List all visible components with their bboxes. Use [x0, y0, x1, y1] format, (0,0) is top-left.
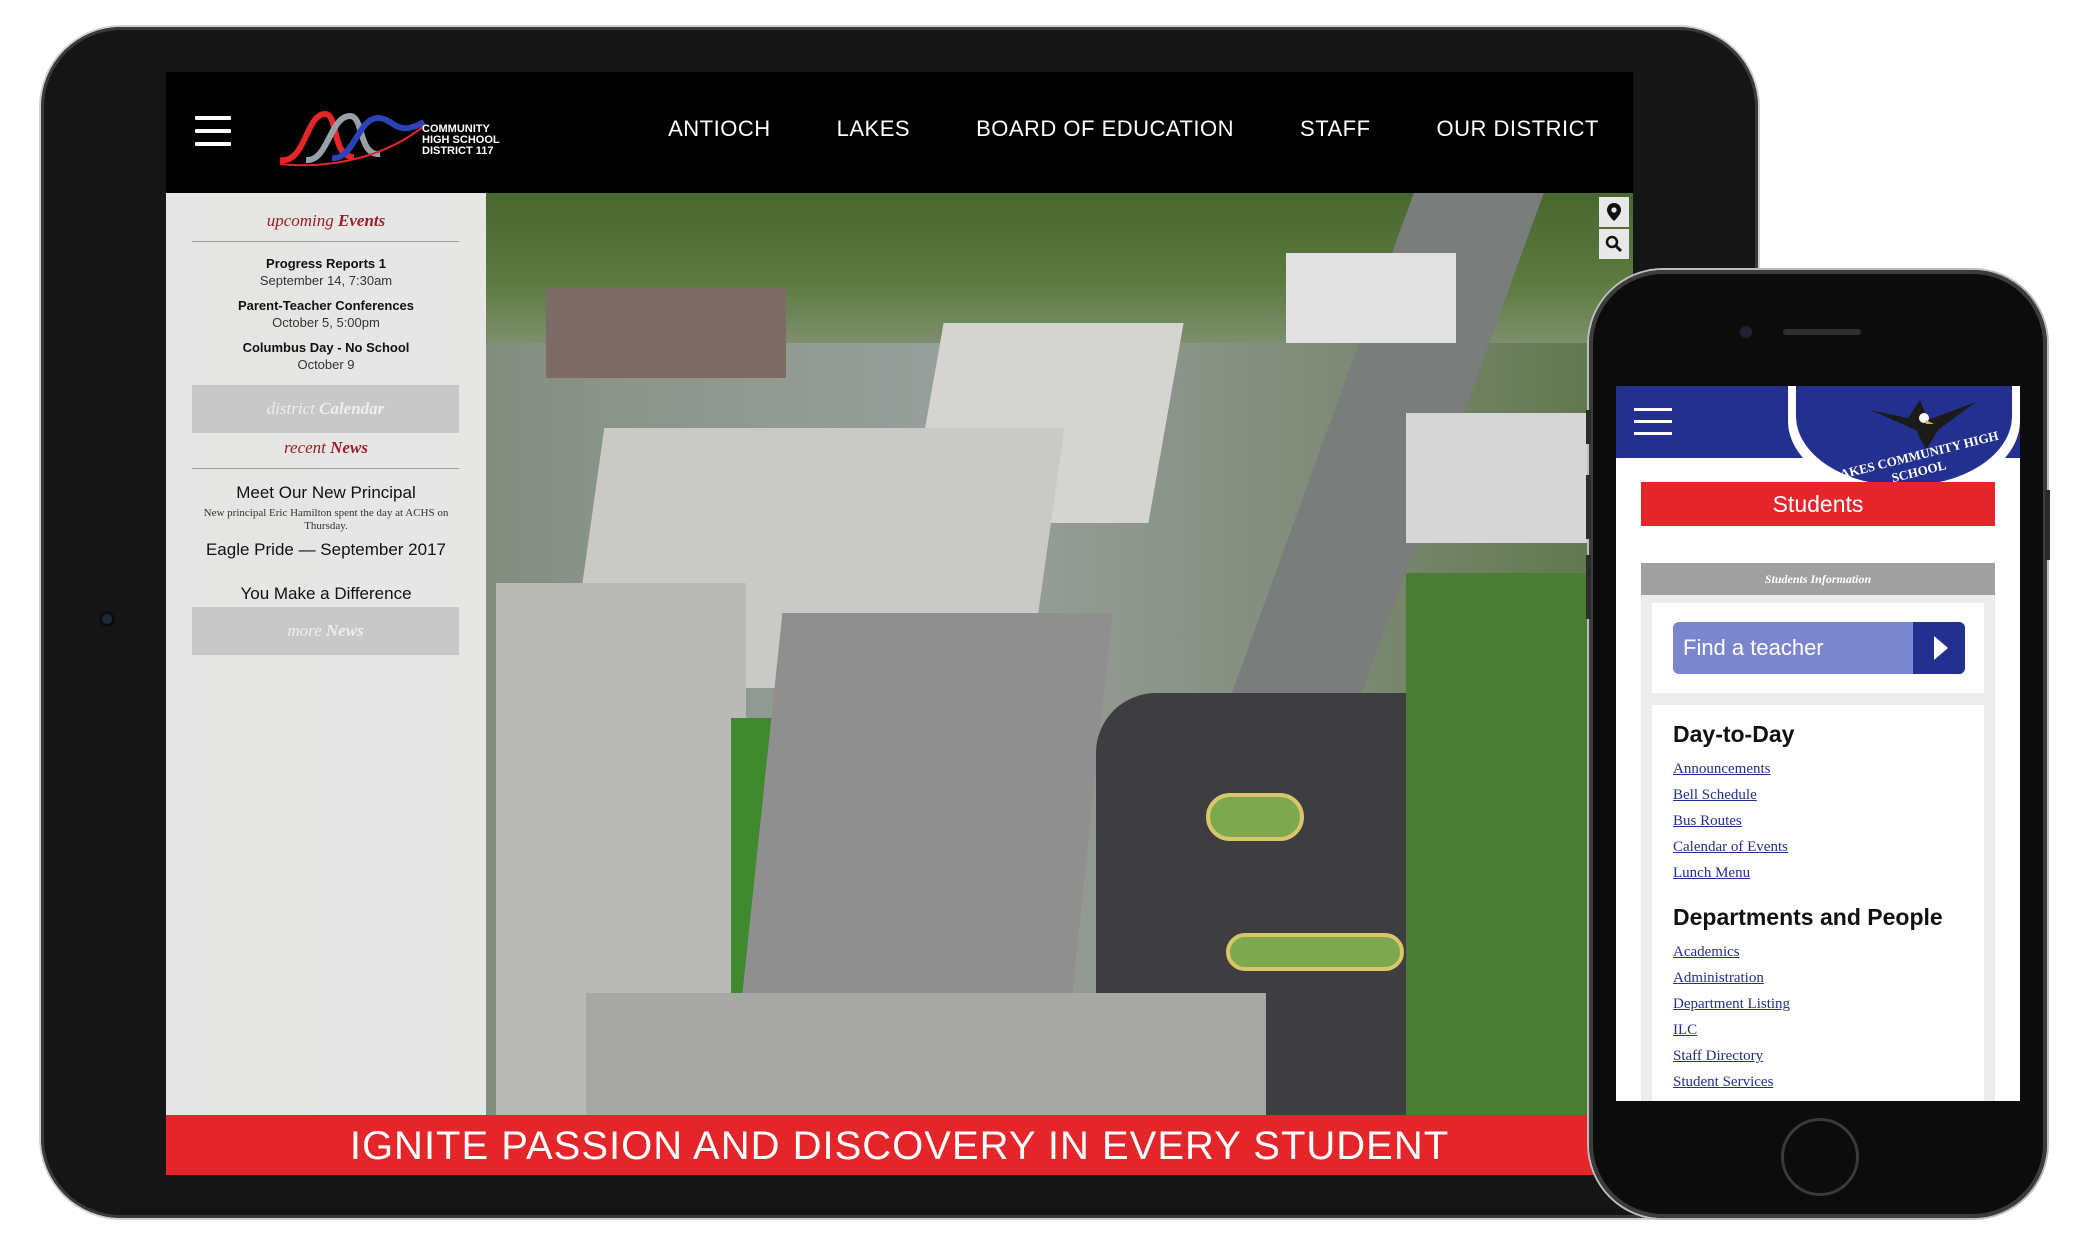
mobile-menu-icon[interactable]	[1634, 408, 1672, 436]
phone-home-button[interactable]	[1781, 1118, 1859, 1196]
link-bus-routes[interactable]: Bus Routes	[1673, 808, 1984, 834]
students-panel: Find a teacher Day-to-Day Announcements …	[1641, 595, 1995, 1101]
phone-camera	[1740, 326, 1752, 338]
link-student-services[interactable]: Student Services	[1673, 1069, 1984, 1095]
divider	[192, 468, 459, 469]
nav-staff[interactable]: STAFF	[1300, 116, 1371, 142]
event-date: October 5, 5:00pm	[272, 315, 380, 330]
phone-power-button	[2045, 490, 2050, 560]
site-header: COMMUNITY HIGH SCHOOL DISTRICT 117 ANTIO…	[166, 72, 1633, 193]
news-title: Eagle Pride — September 2017	[205, 540, 447, 559]
upcoming-events-heading: upcoming Events	[266, 211, 386, 230]
event-title: Columbus Day - No School	[242, 340, 410, 355]
main-nav: ANTIOCH LAKES BOARD OF EDUCATION STAFF O…	[668, 116, 1599, 142]
link-department-listing[interactable]: Department Listing	[1673, 991, 1984, 1017]
link-lunch-menu[interactable]: Lunch Menu	[1673, 860, 1984, 886]
phone-volume-down	[1586, 555, 1591, 619]
search-button[interactable]	[1599, 229, 1629, 259]
search-icon	[1605, 235, 1623, 253]
event-date: October 9	[297, 357, 355, 372]
phone-device: LAKES COMMUNITY HIGH SCHOOL Students Stu…	[1586, 270, 2050, 1218]
nav-our-district[interactable]: OUR DISTRICT	[1437, 116, 1599, 142]
news-item[interactable]: You Make a Difference	[166, 584, 486, 604]
nav-board-of-education[interactable]: BOARD OF EDUCATION	[976, 116, 1234, 142]
divider	[192, 241, 459, 242]
district-logo-mark-icon	[279, 111, 426, 167]
nav-antioch[interactable]: ANTIOCH	[668, 116, 771, 142]
students-heading: Students	[1641, 482, 1995, 526]
news-title: You Make a Difference	[240, 584, 412, 603]
links-card: Day-to-Day Announcements Bell Schedule B…	[1652, 705, 1984, 1101]
link-staff-directory[interactable]: Staff Directory	[1673, 1043, 1984, 1069]
news-summary: New principal Eric Hamilton spent the da…	[203, 507, 449, 532]
find-teacher-label: Find a teacher	[1683, 635, 1824, 660]
event-item[interactable]: Columbus Day - No School October 9	[166, 340, 486, 372]
tablet-camera	[99, 611, 115, 627]
tablet-screen: COMMUNITY HIGH SCHOOL DISTRICT 117 ANTIO…	[166, 72, 1633, 1175]
phone-mute-switch	[1586, 410, 1591, 444]
event-item[interactable]: Progress Reports 1 September 14, 7:30am	[166, 256, 486, 288]
news-title: Meet Our New Principal	[236, 483, 416, 502]
link-academics[interactable]: Academics	[1673, 939, 1984, 965]
find-teacher-card: Find a teacher	[1652, 603, 1984, 693]
link-administration[interactable]: Administration	[1673, 965, 1984, 991]
sidebar-panel: upcoming Events Progress Reports 1 Septe…	[166, 193, 486, 1115]
tagline-banner: IGNITE PASSION AND DISCOVERY IN EVERY ST…	[166, 1115, 1633, 1175]
arrow-right-icon	[1913, 622, 1965, 674]
link-announcements[interactable]: Announcements	[1673, 756, 1984, 782]
find-teacher-button[interactable]: Find a teacher	[1673, 622, 1965, 674]
link-calendar-of-events[interactable]: Calendar of Events	[1673, 834, 1984, 860]
event-title: Progress Reports 1	[266, 256, 386, 271]
phone-volume-up	[1586, 475, 1591, 539]
map-pin-button[interactable]	[1599, 197, 1629, 227]
event-item[interactable]: Parent-Teacher Conferences October 5, 5:…	[166, 298, 486, 330]
news-item[interactable]: Eagle Pride — September 2017	[166, 540, 486, 560]
phone-speaker	[1783, 329, 1861, 335]
section-title: Day-to-Day	[1673, 721, 1795, 747]
nav-lakes[interactable]: LAKES	[837, 116, 910, 142]
link-bell-schedule[interactable]: Bell Schedule	[1673, 782, 1984, 808]
event-title: Parent-Teacher Conferences	[237, 298, 415, 313]
recent-news-heading: recent News	[284, 438, 368, 457]
section-title: Departments and People	[1673, 904, 1943, 930]
logo-line-3: DISTRICT 117	[422, 145, 494, 157]
district-logo[interactable]: COMMUNITY HIGH SCHOOL DISTRICT 117	[276, 102, 526, 172]
phone-screen: LAKES COMMUNITY HIGH SCHOOL Students Stu…	[1616, 386, 2020, 1101]
district-calendar-button[interactable]: district Calendar	[192, 385, 459, 433]
tablet-device: COMMUNITY HIGH SCHOOL DISTRICT 117 ANTIO…	[41, 27, 1758, 1218]
event-date: September 14, 7:30am	[259, 273, 393, 288]
more-news-button[interactable]: more News	[192, 607, 459, 655]
menu-icon[interactable]	[195, 116, 231, 146]
news-item[interactable]: Meet Our New Principal New principal Eri…	[166, 483, 486, 533]
link-ilc[interactable]: ILC	[1673, 1017, 1984, 1043]
students-information-heading: Students Information	[1641, 563, 1995, 595]
district-logo-text: COMMUNITY HIGH SCHOOL DISTRICT 117	[422, 124, 500, 157]
map-pin-icon	[1607, 203, 1621, 221]
